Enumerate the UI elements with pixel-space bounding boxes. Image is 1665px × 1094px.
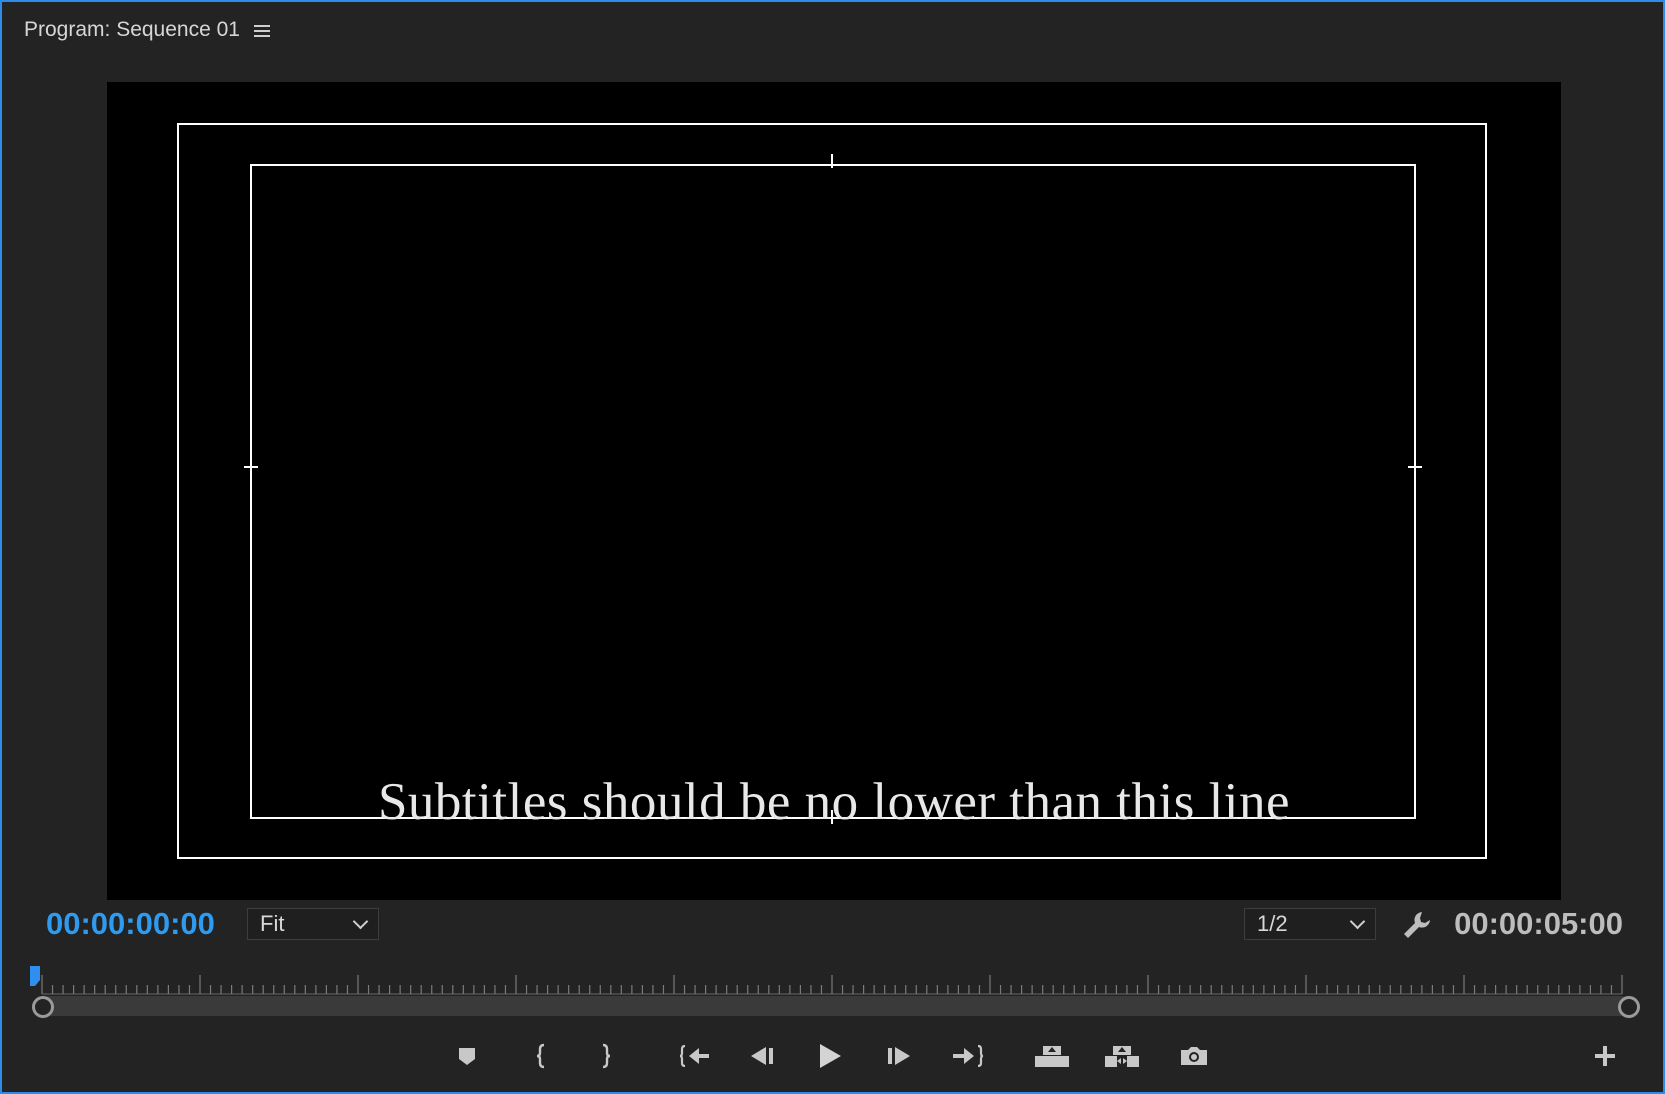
timeline-scrollbar[interactable] bbox=[40, 996, 1630, 1016]
zoom-dropdown[interactable]: Fit bbox=[247, 908, 379, 940]
marker-icon bbox=[459, 1048, 475, 1065]
panel-header: Program: Sequence 01 bbox=[24, 16, 272, 44]
play-icon bbox=[820, 1044, 841, 1068]
left-center-tick bbox=[244, 466, 258, 468]
time-ruler[interactable] bbox=[32, 965, 1632, 995]
camera-icon bbox=[1181, 1047, 1207, 1065]
resolution-dropdown[interactable]: 1/2 bbox=[1244, 908, 1376, 940]
right-center-tick bbox=[1408, 466, 1422, 468]
playhead[interactable] bbox=[29, 965, 43, 987]
export-frame-button[interactable] bbox=[1174, 1036, 1214, 1076]
top-center-tick bbox=[831, 154, 833, 168]
extract-icon bbox=[1105, 1046, 1139, 1067]
chevron-down-icon bbox=[352, 913, 369, 929]
program-monitor-panel: Program: Sequence 01 Subtitles should be… bbox=[0, 0, 1665, 1094]
plus-icon bbox=[1595, 1046, 1615, 1066]
current-timecode[interactable]: 00:00:00:00 bbox=[46, 906, 215, 942]
lift-button[interactable] bbox=[1032, 1036, 1072, 1076]
go-to-in-icon bbox=[679, 1044, 709, 1068]
zoom-value: Fit bbox=[260, 911, 285, 936]
mark-out-button[interactable] bbox=[585, 1036, 625, 1076]
lift-icon bbox=[1035, 1046, 1069, 1067]
chevron-down-icon bbox=[1349, 913, 1366, 929]
add-marker-button[interactable] bbox=[447, 1036, 487, 1076]
resolution-value: 1/2 bbox=[1257, 911, 1288, 936]
panel-title: Program: Sequence 01 bbox=[24, 18, 240, 41]
extract-button[interactable] bbox=[1102, 1036, 1142, 1076]
safe-title-margin bbox=[250, 164, 1416, 819]
step-forward-icon bbox=[888, 1047, 910, 1065]
scrollbar-right-handle[interactable] bbox=[1618, 996, 1640, 1018]
scrollbar-left-handle[interactable] bbox=[32, 996, 54, 1018]
step-back-icon bbox=[751, 1047, 773, 1065]
mark-in-icon bbox=[536, 1043, 545, 1069]
mark-in-button[interactable] bbox=[522, 1036, 562, 1076]
step-forward-button[interactable] bbox=[879, 1036, 919, 1076]
video-display[interactable]: Subtitles should be no lower than this l… bbox=[107, 82, 1561, 900]
go-to-out-icon bbox=[953, 1044, 984, 1068]
button-editor-button[interactable] bbox=[1585, 1036, 1625, 1076]
go-to-out-button[interactable] bbox=[947, 1036, 987, 1076]
play-button[interactable] bbox=[810, 1036, 850, 1076]
mark-out-icon bbox=[602, 1043, 611, 1069]
go-to-in-button[interactable] bbox=[676, 1036, 716, 1076]
step-back-button[interactable] bbox=[742, 1036, 782, 1076]
duration-timecode: 00:00:05:00 bbox=[1454, 906, 1623, 941]
panel-menu-icon[interactable] bbox=[253, 23, 272, 37]
wrench-icon[interactable] bbox=[1400, 908, 1434, 942]
subtitle-guide-text: Subtitles should be no lower than this l… bbox=[377, 773, 1291, 831]
